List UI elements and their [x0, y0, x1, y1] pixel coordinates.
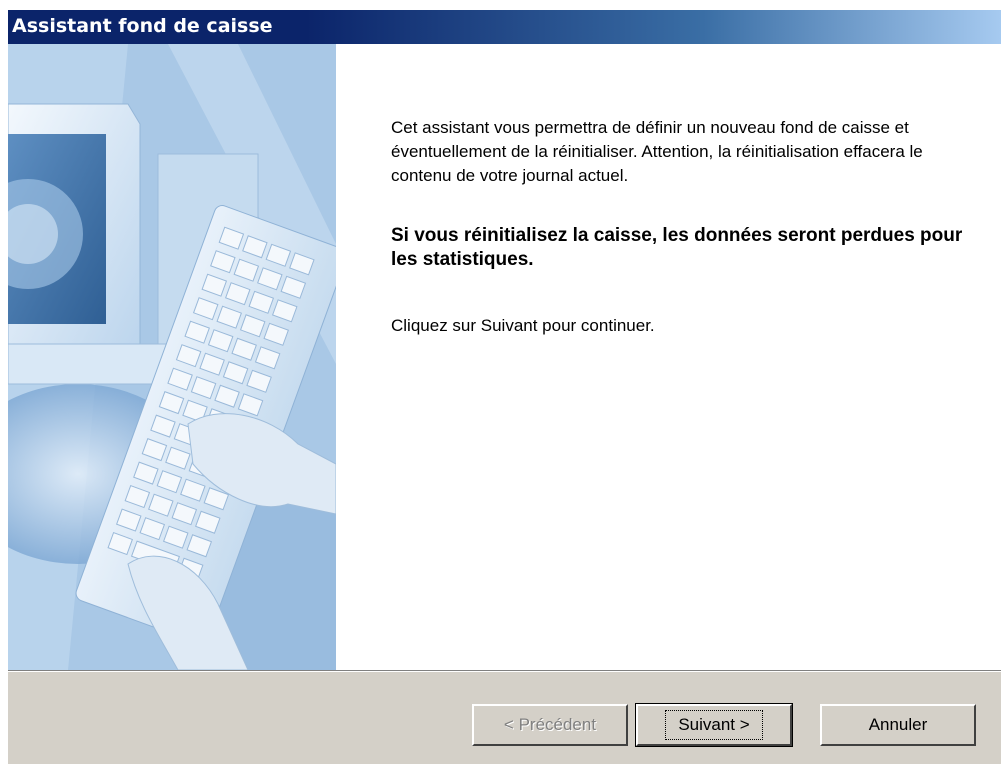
window-title: Assistant fond de caisse	[12, 15, 273, 37]
wizard-content: Cet assistant vous permettra de définir …	[336, 44, 1001, 670]
wizard-window: Assistant fond de caisse Cet assistant v…	[0, 0, 1001, 764]
intro-text: Cet assistant vous permettra de définir …	[391, 118, 923, 185]
previous-button[interactable]: < Précédent	[472, 704, 628, 746]
previous-button-label: < Précédent	[503, 715, 597, 734]
next-button[interactable]: Suivant >	[635, 703, 793, 747]
wizard-illustration	[8, 44, 336, 670]
next-button-label: Suivant >	[665, 710, 763, 740]
cancel-button-label: Annuler	[868, 715, 928, 734]
title-bar[interactable]: Assistant fond de caisse	[8, 10, 1001, 44]
cancel-button[interactable]: Annuler	[820, 704, 976, 746]
computer-keyboard-hands-illustration-icon	[8, 44, 336, 670]
warning-text: Si vous réinitialisez la caisse, les don…	[391, 225, 963, 270]
separator-highlight	[8, 671, 1001, 672]
instruction-text: Cliquez sur Suivant pour continuer.	[391, 316, 655, 335]
button-bar: < Précédent Suivant > Annuler	[8, 670, 1001, 764]
